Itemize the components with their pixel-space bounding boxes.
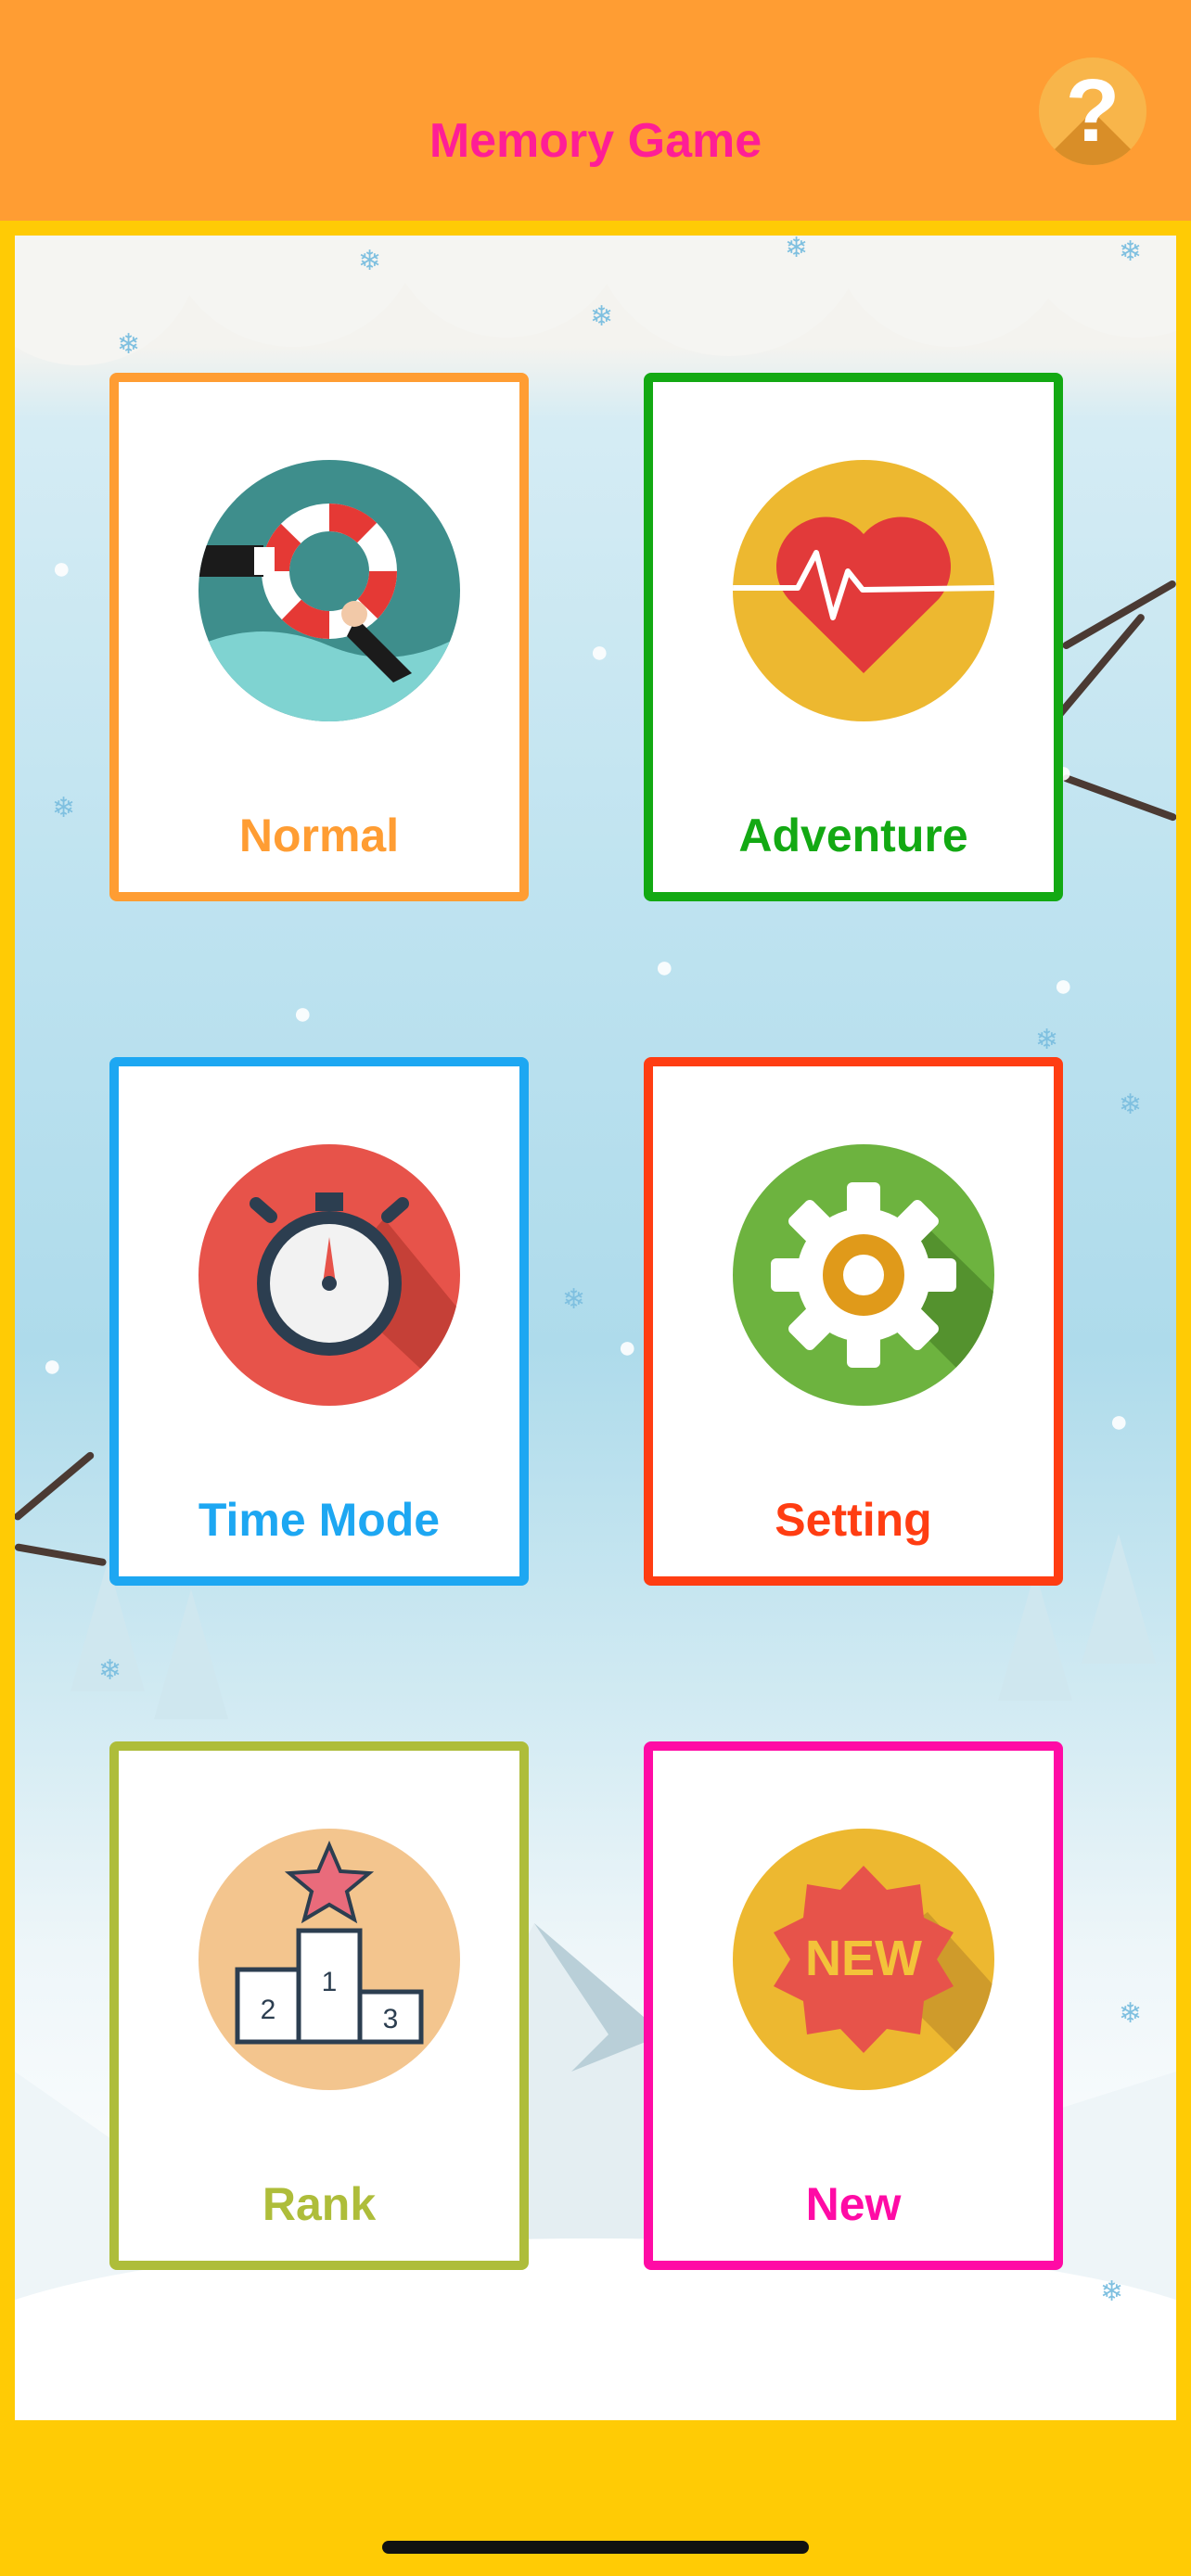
podium-icon: 1 2 3 (198, 1829, 460, 2090)
snowflake: ● (1109, 1404, 1129, 1439)
help-button[interactable]: ? (1039, 57, 1146, 165)
snowflake: ❄ (1119, 236, 1143, 267)
new-badge-icon: NEW (733, 1829, 994, 2090)
snowflake: ❄ (1119, 1998, 1143, 2029)
page-title: Memory Game (429, 114, 762, 168)
gear-icon (733, 1144, 994, 1406)
cloud (163, 236, 423, 347)
snowflake: ❄ (1035, 1025, 1059, 1055)
setting-card[interactable]: Setting (644, 1057, 1063, 1586)
rank-card[interactable]: 1 2 3 Rank (109, 1741, 529, 2270)
snowflake: ❄ (1100, 2276, 1124, 2307)
new-card[interactable]: NEW New (644, 1741, 1063, 2270)
snowflake: ❄ (562, 1284, 586, 1315)
snowflake: ● (293, 996, 313, 1031)
stopwatch-icon (198, 1144, 460, 1406)
snowflake: ● (52, 551, 71, 586)
second-place-number: 2 (261, 1995, 276, 2025)
snowflake: ❄ (590, 301, 614, 332)
first-place-number: 1 (322, 1967, 338, 1997)
setting-label: Setting (775, 1494, 932, 1546)
cloud (1017, 236, 1176, 338)
snowflake: ❄ (117, 329, 141, 360)
third-place-number: 3 (383, 2004, 399, 2034)
home-indicator[interactable] (382, 2541, 809, 2554)
tree-branch (1061, 773, 1176, 823)
lifebuoy-icon (198, 460, 460, 721)
app-header: Memory Game ? (0, 0, 1191, 221)
heartbeat-icon (733, 460, 994, 721)
snowflake: ❄ (98, 1655, 122, 1686)
tree-branch (15, 1450, 96, 1523)
normal-label: Normal (238, 810, 400, 861)
rank-label: Rank (262, 2178, 377, 2230)
snowflake: ❄ (52, 793, 76, 823)
snowflake: ● (1054, 968, 1073, 1003)
new-label: New (805, 2178, 902, 2230)
cloud (590, 236, 868, 356)
pine-tree (1082, 1534, 1156, 1664)
snowflake: ❄ (785, 236, 809, 263)
time-mode-label: Time Mode (198, 1494, 441, 1546)
new-badge-text: NEW (805, 1931, 922, 1986)
adventure-label: Adventure (738, 810, 968, 861)
normal-mode-card[interactable]: Normal (109, 373, 529, 901)
pine-tree (154, 1589, 228, 1719)
pine-tree (998, 1571, 1072, 1701)
snowflake: ● (43, 1348, 62, 1384)
snowflake: ● (590, 634, 609, 670)
snowflake: ❄ (1119, 1090, 1143, 1120)
snowflake: ● (655, 950, 674, 985)
snowflake: ● (618, 1330, 637, 1365)
time-mode-card[interactable]: Time Mode (109, 1057, 529, 1586)
snowflake: ❄ (358, 246, 382, 276)
adventure-mode-card[interactable]: Adventure (644, 373, 1063, 901)
question-mark-icon: ? (1065, 61, 1121, 160)
